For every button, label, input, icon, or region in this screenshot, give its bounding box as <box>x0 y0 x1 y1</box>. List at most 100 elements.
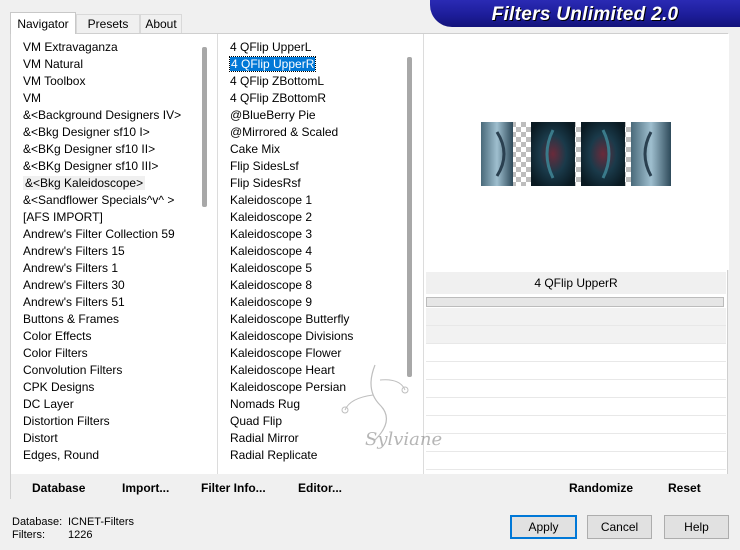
category-item[interactable]: &<Bkg Designer sf10 I> <box>21 124 201 141</box>
filter-item[interactable]: Kaleidoscope 5 <box>228 260 406 277</box>
filter-item[interactable]: 4 QFlip ZBottomR <box>228 90 406 107</box>
category-item-label: Color Effects <box>23 329 92 343</box>
filter-item[interactable]: Flip SidesRsf <box>228 175 406 192</box>
category-item[interactable]: CPK Designs <box>21 379 201 396</box>
category-item[interactable]: Convolution Filters <box>21 362 201 379</box>
filter-item[interactable]: Kaleidoscope 8 <box>228 277 406 294</box>
category-item-label: Andrew's Filters 1 <box>23 261 118 275</box>
filter-item[interactable]: 4 QFlip UpperL <box>228 39 406 56</box>
category-item[interactable]: Andrew's Filters 51 <box>21 294 201 311</box>
preview-thumbnails <box>481 122 671 186</box>
filter-item[interactable]: Kaleidoscope Butterfly <box>228 311 406 328</box>
filter-item[interactable]: Cake Mix <box>228 141 406 158</box>
progress-bar <box>426 297 724 307</box>
filter-scrollbar-thumb[interactable] <box>407 57 412 377</box>
category-item-label: Buttons & Frames <box>23 312 120 326</box>
filter-item-label: 4 QFlip UpperR <box>228 56 317 72</box>
category-scrollbar[interactable] <box>200 39 212 469</box>
filter-item[interactable]: Kaleidoscope 9 <box>228 294 406 311</box>
filter-item-label: Kaleidoscope 2 <box>230 210 313 224</box>
category-item-label: Andrew's Filters 51 <box>23 295 125 309</box>
category-item[interactable]: &<Bkg Kaleidoscope> <box>21 175 201 192</box>
category-item-label: &<Background Designers IV> <box>23 108 182 122</box>
filter-item[interactable]: Kaleidoscope Divisions <box>228 328 406 345</box>
category-list[interactable]: VM Extravaganza VM Natural VM Toolbox VM &<B… <box>21 39 201 469</box>
filter-item[interactable]: Kaleidoscope 2 <box>228 209 406 226</box>
category-item-label: Color Filters <box>23 346 88 360</box>
category-item-label: Convolution Filters <box>23 363 123 377</box>
filter-item-label: Kaleidoscope Butterfly <box>230 312 350 326</box>
control-slot <box>426 452 726 470</box>
help-button[interactable]: Help <box>664 515 729 539</box>
category-item[interactable]: VM Extravaganza <box>21 39 201 56</box>
filter-item-label: Kaleidoscope 9 <box>230 295 313 309</box>
category-item[interactable]: Andrew's Filters 15 <box>21 243 201 260</box>
preview-area <box>426 34 729 270</box>
category-item[interactable]: Color Effects <box>21 328 201 345</box>
category-item[interactable]: DC Layer <box>21 396 201 413</box>
filter-item[interactable]: 4 QFlip UpperR <box>228 56 406 73</box>
selected-filter-name: 4 QFlip UpperR <box>426 272 726 294</box>
filter-item-label: Kaleidoscope Divisions <box>230 329 354 343</box>
category-item[interactable]: Buttons & Frames <box>21 311 201 328</box>
randomize-button[interactable]: Randomize <box>569 481 633 495</box>
category-item[interactable]: VM <box>21 90 201 107</box>
cancel-button[interactable]: Cancel <box>587 515 652 539</box>
database-button[interactable]: Database <box>32 481 85 495</box>
filter-item[interactable]: Kaleidoscope 1 <box>228 192 406 209</box>
apply-button[interactable]: Apply <box>510 515 577 539</box>
status-filters-label: Filters: <box>12 529 45 541</box>
category-item[interactable]: Color Filters <box>21 345 201 362</box>
control-slot <box>426 434 726 452</box>
import-button[interactable]: Import... <box>122 481 169 495</box>
category-item[interactable]: &<BKg Designer sf10 III> <box>21 158 201 175</box>
category-item-label: Distort <box>23 431 58 445</box>
filter-item[interactable]: Flip SidesLsf <box>228 158 406 175</box>
category-item[interactable]: Edges, Round <box>21 447 201 464</box>
filter-item-label: @BlueBerry Pie <box>230 108 316 122</box>
watermark-text: Sylviane <box>365 429 442 450</box>
category-item[interactable]: Andrew's Filter Collection 59 <box>21 226 201 243</box>
category-item[interactable]: VM Natural <box>21 56 201 73</box>
category-item-label: &<Sandflower Specials^v^ > <box>23 193 175 207</box>
category-item-label: Andrew's Filters 30 <box>23 278 125 292</box>
editor-button[interactable]: Editor... <box>298 481 342 495</box>
category-item-label: Andrew's Filters 15 <box>23 244 125 258</box>
category-item[interactable]: Andrew's Filters 1 <box>21 260 201 277</box>
category-item[interactable]: Distort <box>21 430 201 447</box>
filter-controls-area <box>426 308 726 470</box>
category-item-label: &<BKg Designer sf10 II> <box>23 142 156 156</box>
filter-item[interactable]: Kaleidoscope 3 <box>228 226 406 243</box>
filter-item[interactable]: 4 QFlip ZBottomL <box>228 73 406 90</box>
filter-item-label: 4 QFlip UpperL <box>230 40 312 54</box>
category-item[interactable]: Distortion Filters <box>21 413 201 430</box>
filter-info-button[interactable]: Filter Info... <box>201 481 266 495</box>
filter-item[interactable]: @Mirrored & Scaled <box>228 124 406 141</box>
tab-navigator[interactable]: Navigator <box>10 12 76 34</box>
control-slot <box>426 326 726 344</box>
filter-item-label: Kaleidoscope Flower <box>230 346 342 360</box>
category-item[interactable]: Andrew's Filters 30 <box>21 277 201 294</box>
reset-button[interactable]: Reset <box>668 481 701 495</box>
category-scrollbar-thumb[interactable] <box>202 47 207 207</box>
category-item[interactable]: &<BKg Designer sf10 II> <box>21 141 201 158</box>
category-item[interactable]: [AFS IMPORT] <box>21 209 201 226</box>
filter-item-label: Nomads Rug <box>230 397 301 411</box>
control-slot <box>426 398 726 416</box>
tab-presets[interactable]: Presets <box>76 14 140 33</box>
category-item[interactable]: VM Toolbox <box>21 73 201 90</box>
status-database-label: Database: <box>12 516 63 528</box>
tab-about[interactable]: About <box>140 14 182 33</box>
filter-item-label: 4 QFlip ZBottomL <box>230 74 325 88</box>
category-item-label: Distortion Filters <box>23 414 110 428</box>
category-item[interactable]: &<Background Designers IV> <box>21 107 201 124</box>
filter-item-label: Kaleidoscope 3 <box>230 227 313 241</box>
category-item[interactable]: &<Sandflower Specials^v^ > <box>21 192 201 209</box>
filter-item[interactable]: @BlueBerry Pie <box>228 107 406 124</box>
category-item-label: VM Toolbox <box>23 74 86 88</box>
filter-item[interactable]: Kaleidoscope 4 <box>228 243 406 260</box>
filter-item-label: Quad Flip <box>230 414 283 428</box>
category-item-label: [AFS IMPORT] <box>23 210 103 224</box>
control-slot <box>426 416 726 434</box>
status-filters: Filters: 1226 <box>12 529 92 541</box>
